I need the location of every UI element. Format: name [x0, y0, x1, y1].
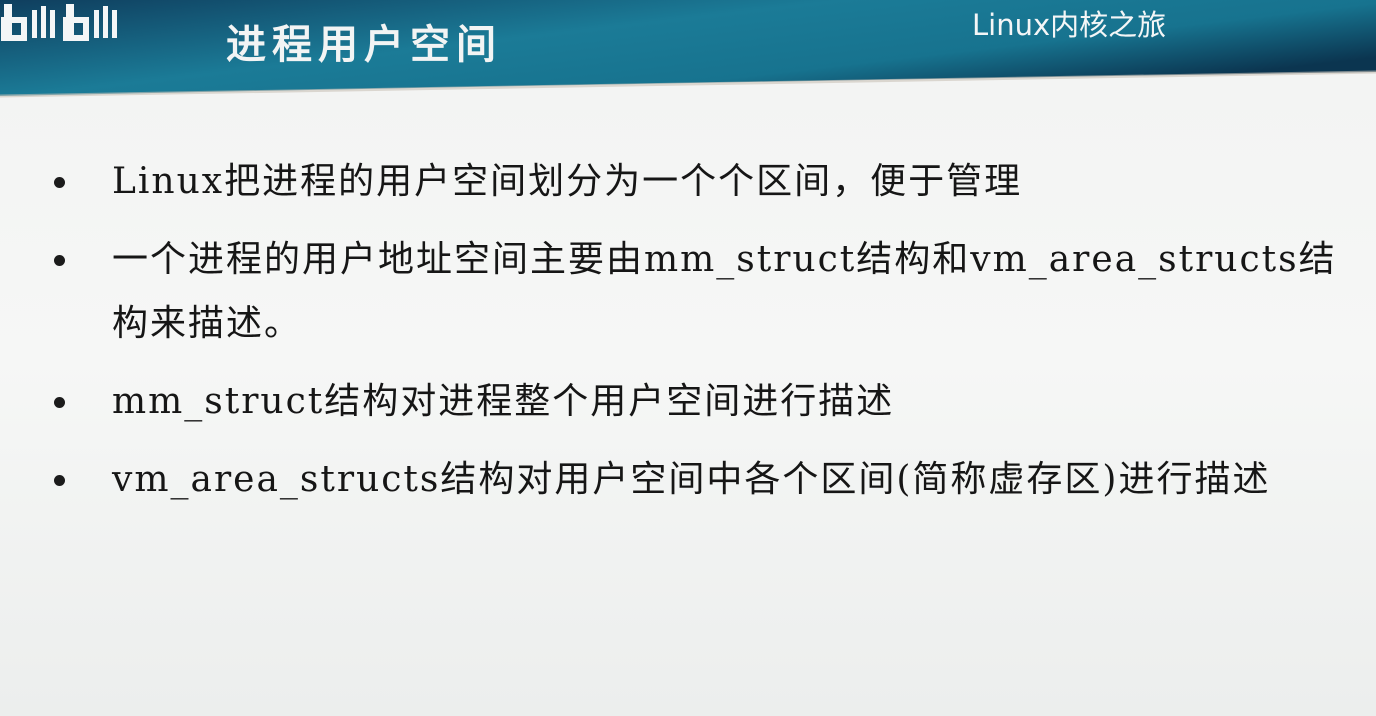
slide-header: 进程用户空间 Linux内核之旅 — [0, 0, 1376, 110]
bullet-text: mm_struct结构对进程整个用户空间进行描述 — [112, 381, 895, 422]
bullet-text: 一个进程的用户地址空间主要由mm_struct结构和vm_area_struct… — [112, 239, 1337, 344]
slide-title: 进程用户空间 — [226, 22, 502, 68]
bullet-icon — [54, 177, 65, 188]
bullet-icon — [54, 397, 65, 408]
bullet-item: 一个进程的用户地址空间主要由mm_struct结构和vm_area_struct… — [44, 228, 1354, 356]
bullet-icon — [54, 255, 65, 266]
bullet-text: Linux把进程的用户空间划分为一个个区间，便于管理 — [112, 161, 1023, 202]
bullet-item: Linux把进程的用户空间划分为一个个区间，便于管理 — [44, 150, 1354, 214]
channel-watermark: Linux内核之旅 — [972, 8, 1167, 42]
bullet-item: mm_struct结构对进程整个用户空间进行描述 — [44, 370, 1354, 434]
bullet-list: Linux把进程的用户空间划分为一个个区间，便于管理 一个进程的用户地址空间主要… — [44, 150, 1354, 526]
bullet-icon — [54, 475, 65, 486]
bullet-item: vm_area_structs结构对用户空间中各个区间(简称虚存区)进行描述 — [44, 448, 1354, 512]
bilibili-logo-icon — [1, 4, 117, 41]
bullet-text: vm_area_structs结构对用户空间中各个区间(简称虚存区)进行描述 — [112, 459, 1271, 500]
header-banner — [0, 0, 1376, 98]
